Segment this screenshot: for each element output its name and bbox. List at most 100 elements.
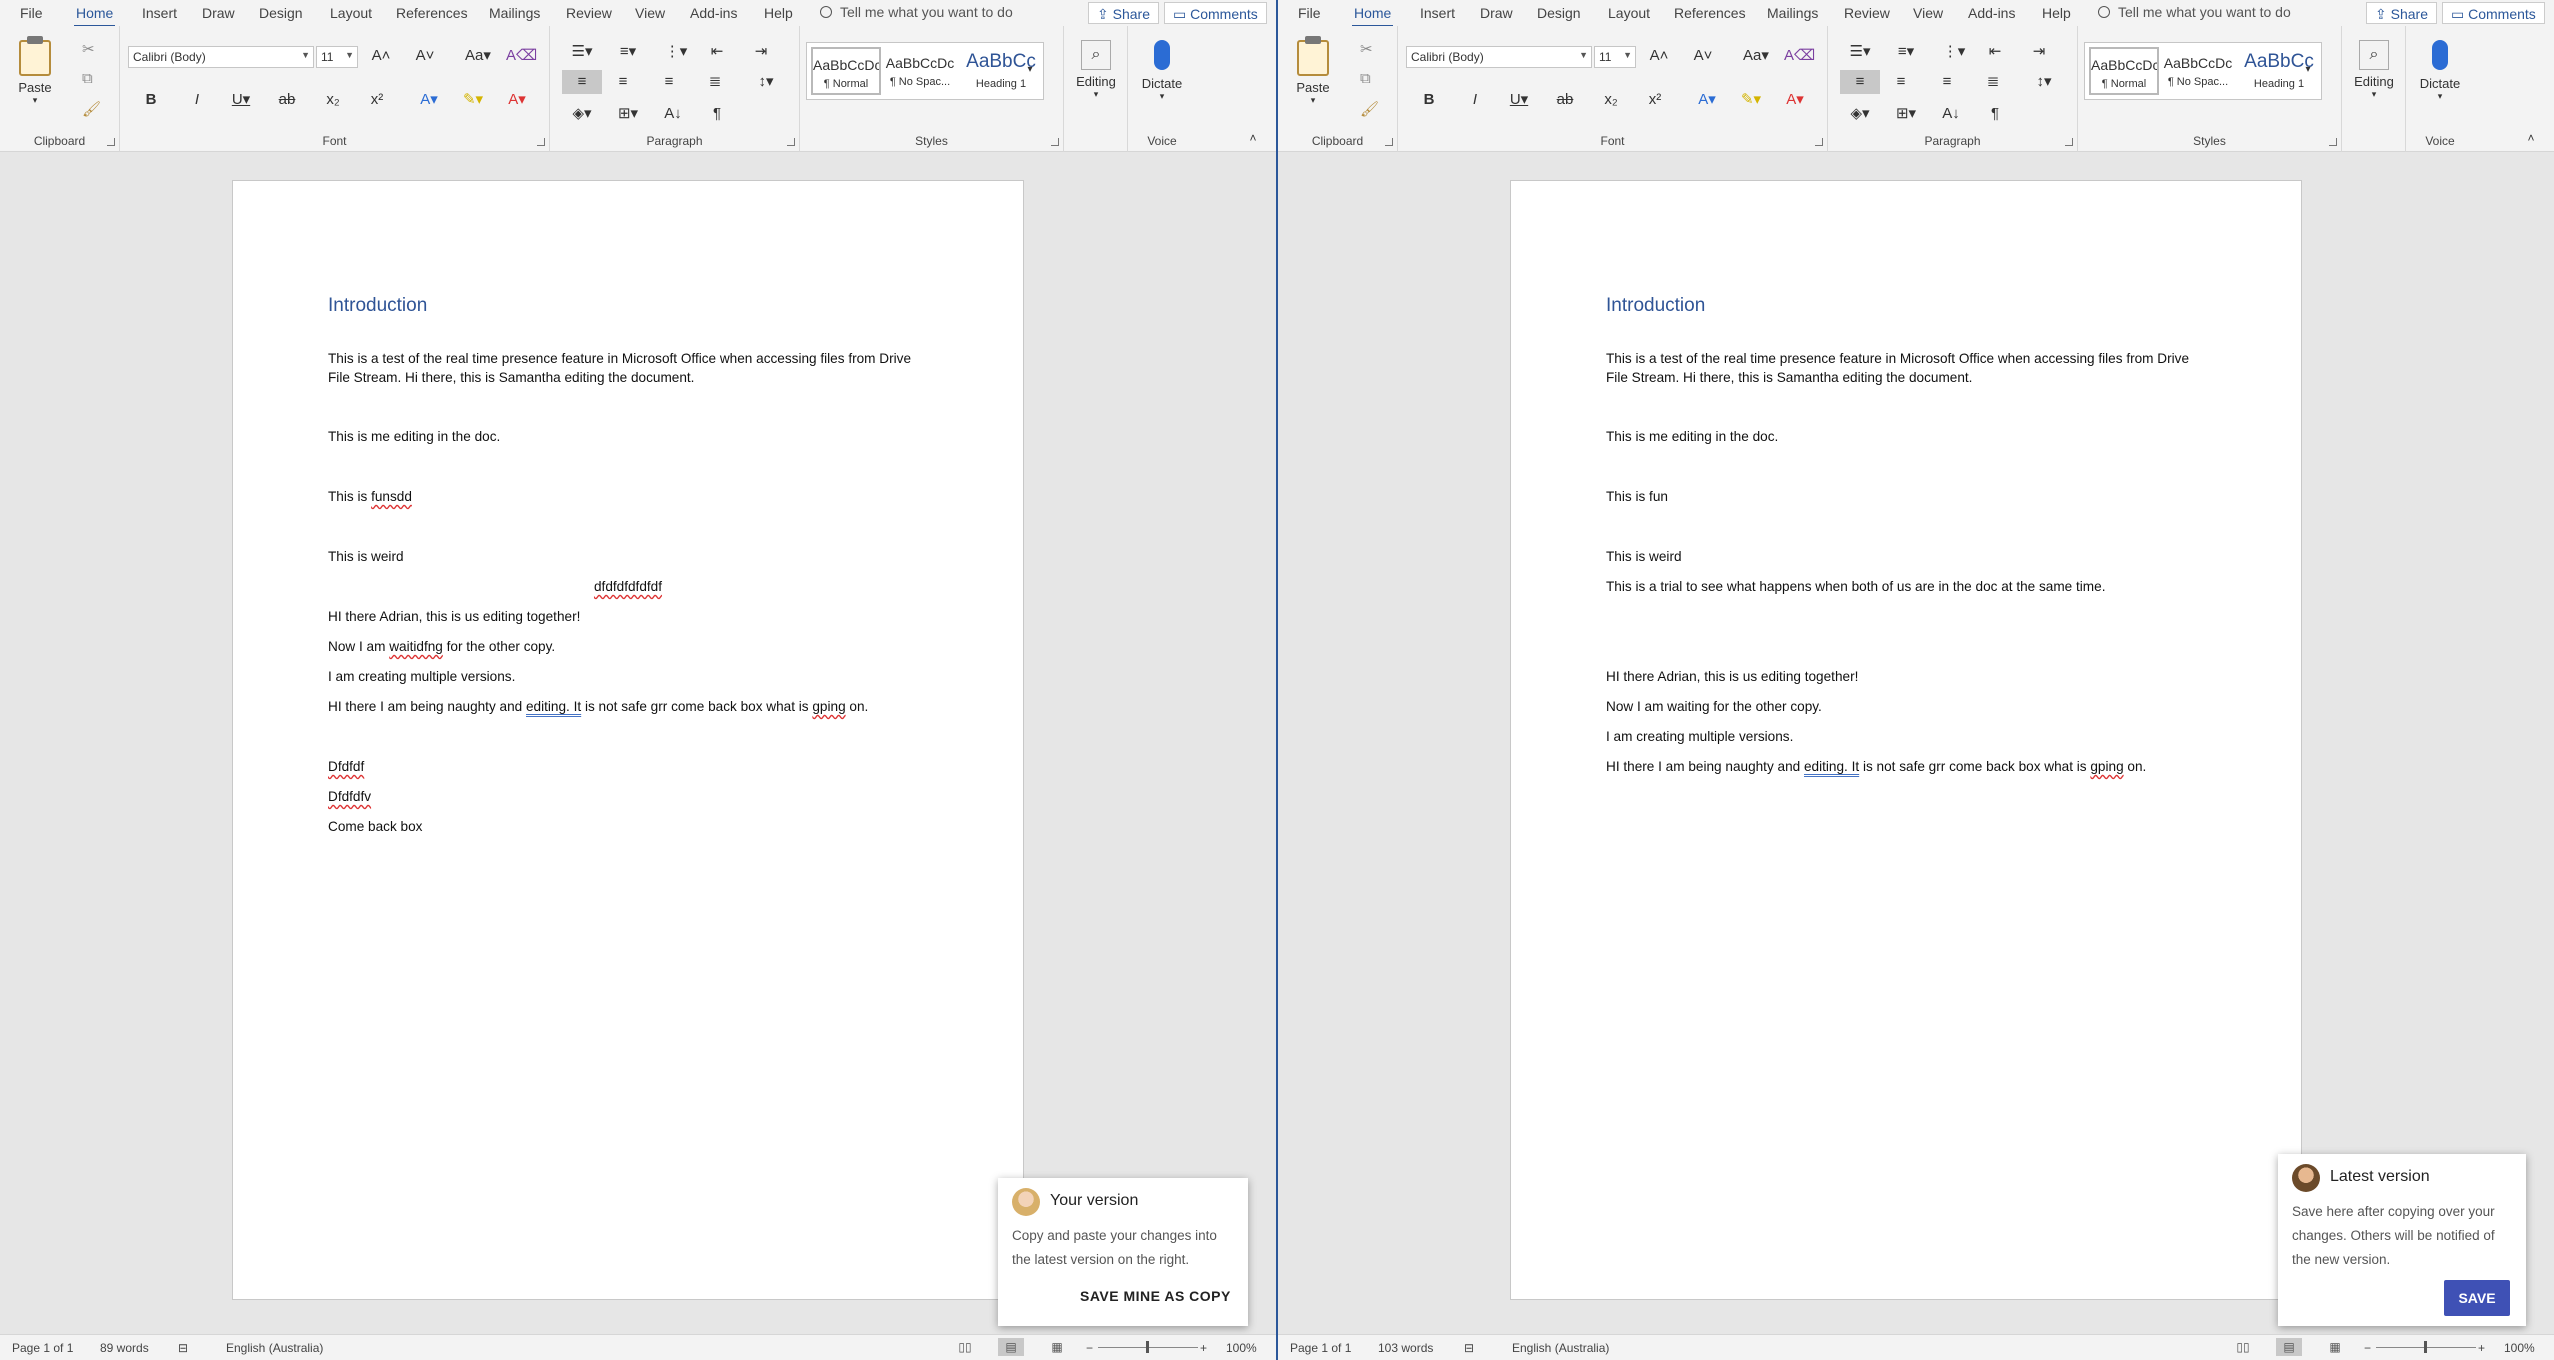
zoom-slider-thumb[interactable] bbox=[2424, 1341, 2427, 1353]
superscript-icon[interactable]: x² bbox=[1642, 88, 1668, 112]
numbering-icon[interactable]: ≡▾ bbox=[1888, 40, 1924, 64]
font-name-box[interactable]: Calibri (Body) ▼ bbox=[128, 46, 314, 68]
clear-formatting-icon[interactable]: A⌫ bbox=[506, 44, 537, 68]
proofing-icon[interactable]: ⊟ bbox=[178, 1341, 188, 1355]
bold-icon[interactable]: B bbox=[1416, 88, 1442, 112]
spelling-error[interactable]: gping bbox=[812, 699, 845, 714]
grow-font-icon[interactable]: A˄ bbox=[368, 44, 394, 68]
decrease-indent-icon[interactable]: ⇤ bbox=[1982, 40, 2008, 64]
increase-indent-icon[interactable]: ⇥ bbox=[748, 40, 774, 64]
proofing-icon[interactable]: ⊟ bbox=[1464, 1341, 1474, 1355]
style-normal[interactable]: AaBbCcDc ¶ Normal bbox=[811, 47, 881, 95]
language[interactable]: English (Australia) bbox=[226, 1341, 323, 1355]
styles-more-icon[interactable]: ▾ bbox=[2298, 58, 2318, 82]
strikethrough-icon[interactable]: ab bbox=[1552, 88, 1578, 112]
tab-file[interactable]: File bbox=[20, 5, 43, 21]
sort-icon[interactable]: A↓ bbox=[1938, 102, 1964, 126]
comments-button[interactable]: ▭ Comments bbox=[2442, 2, 2545, 24]
multilevel-list-icon[interactable]: ⋮▾ bbox=[1936, 40, 1972, 64]
spelling-error[interactable]: Dfdfdfv bbox=[328, 789, 371, 804]
zoom-out-icon[interactable]: − bbox=[2364, 1341, 2371, 1355]
shading-icon[interactable]: ◈▾ bbox=[564, 102, 600, 126]
shrink-font-icon[interactable]: A˅ bbox=[412, 44, 438, 68]
tab-help[interactable]: Help bbox=[764, 5, 793, 21]
tab-home[interactable]: Home bbox=[1351, 5, 1394, 28]
dialog-launcher-icon[interactable] bbox=[787, 138, 795, 146]
zoom-level[interactable]: 100% bbox=[1226, 1341, 1257, 1355]
bold-icon[interactable]: B bbox=[138, 88, 164, 112]
cut-icon[interactable]: ✂ bbox=[1360, 40, 1373, 58]
dialog-launcher-icon[interactable] bbox=[1051, 138, 1059, 146]
spelling-error[interactable]: funsdd bbox=[371, 489, 412, 504]
tab-help[interactable]: Help bbox=[2042, 5, 2071, 21]
tab-view[interactable]: View bbox=[635, 5, 665, 21]
format-painter-icon[interactable]: 🖌 bbox=[1360, 100, 1379, 118]
tell-me-search[interactable]: Tell me what you want to do bbox=[820, 4, 1013, 20]
collapse-ribbon-icon[interactable]: ˄ bbox=[1240, 126, 1266, 150]
font-color-icon[interactable]: A▾ bbox=[504, 88, 530, 112]
tab-insert[interactable]: Insert bbox=[1420, 5, 1455, 21]
tab-design[interactable]: Design bbox=[1537, 5, 1581, 21]
style-no-spacing[interactable]: AaBbCcDc ¶ No Spac... bbox=[2163, 47, 2233, 95]
copy-icon[interactable]: ⧉ bbox=[1360, 70, 1371, 87]
tab-insert[interactable]: Insert bbox=[142, 5, 177, 21]
change-case-icon[interactable]: Aa▾ bbox=[1738, 44, 1774, 68]
justify-icon[interactable]: ≣ bbox=[702, 70, 728, 94]
word-count[interactable]: 103 words bbox=[1378, 1341, 1433, 1355]
borders-icon[interactable]: ⊞▾ bbox=[610, 102, 646, 126]
spelling-error[interactable]: gping bbox=[2090, 759, 2123, 774]
bullets-icon[interactable]: ☰▾ bbox=[1842, 40, 1878, 64]
dialog-launcher-icon[interactable] bbox=[107, 138, 115, 146]
text-effects-icon[interactable]: A▾ bbox=[416, 88, 442, 112]
pilcrow-icon[interactable]: ¶ bbox=[1982, 102, 2008, 126]
sort-icon[interactable]: A↓ bbox=[660, 102, 686, 126]
paste-button[interactable]: Paste ▾ bbox=[1288, 36, 1338, 106]
multilevel-list-icon[interactable]: ⋮▾ bbox=[658, 40, 694, 64]
tab-references[interactable]: References bbox=[1674, 5, 1746, 21]
font-size-box[interactable]: 11 ▼ bbox=[1594, 46, 1636, 68]
highlight-color-icon[interactable]: ✎▾ bbox=[460, 88, 486, 112]
subscript-icon[interactable]: x₂ bbox=[1598, 88, 1624, 112]
tab-design[interactable]: Design bbox=[259, 5, 303, 21]
editing-button[interactable]: ⌕ Editing ▾ bbox=[2348, 40, 2400, 100]
decrease-indent-icon[interactable]: ⇤ bbox=[704, 40, 730, 64]
underline-icon[interactable]: U▾ bbox=[228, 88, 254, 112]
tab-view[interactable]: View bbox=[1913, 5, 1943, 21]
align-left-icon[interactable]: ≡ bbox=[1840, 70, 1880, 94]
align-right-icon[interactable]: ≡ bbox=[656, 70, 682, 94]
dialog-launcher-icon[interactable] bbox=[1385, 138, 1393, 146]
zoom-in-icon[interactable]: + bbox=[1200, 1341, 1207, 1355]
dictate-button[interactable]: Dictate ▾ bbox=[1134, 40, 1190, 102]
spelling-error[interactable]: waitidfng bbox=[389, 639, 443, 654]
tab-review[interactable]: Review bbox=[566, 5, 612, 21]
grammar-issue[interactable]: editing. It bbox=[1804, 759, 1859, 774]
dialog-launcher-icon[interactable] bbox=[2065, 138, 2073, 146]
increase-indent-icon[interactable]: ⇥ bbox=[2026, 40, 2052, 64]
numbering-icon[interactable]: ≡▾ bbox=[610, 40, 646, 64]
tab-mailings[interactable]: Mailings bbox=[489, 5, 540, 21]
superscript-icon[interactable]: x² bbox=[364, 88, 390, 112]
clear-formatting-icon[interactable]: A⌫ bbox=[1784, 44, 1815, 68]
align-left-icon[interactable]: ≡ bbox=[562, 70, 602, 94]
tab-review[interactable]: Review bbox=[1844, 5, 1890, 21]
dictate-button[interactable]: Dictate ▾ bbox=[2412, 40, 2468, 102]
tab-references[interactable]: References bbox=[396, 5, 468, 21]
italic-icon[interactable]: I bbox=[184, 88, 210, 112]
tab-draw[interactable]: Draw bbox=[202, 5, 235, 21]
print-layout-icon[interactable]: ▤ bbox=[998, 1338, 1024, 1356]
text-effects-icon[interactable]: A▾ bbox=[1694, 88, 1720, 112]
collapse-ribbon-icon[interactable]: ˄ bbox=[2518, 126, 2544, 150]
read-mode-icon[interactable]: ▯▯ bbox=[2230, 1338, 2256, 1356]
line-spacing-icon[interactable]: ↕▾ bbox=[2026, 70, 2062, 94]
copy-icon[interactable]: ⧉ bbox=[82, 70, 93, 87]
borders-icon[interactable]: ⊞▾ bbox=[1888, 102, 1924, 126]
justify-icon[interactable]: ≣ bbox=[1980, 70, 2006, 94]
read-mode-icon[interactable]: ▯▯ bbox=[952, 1338, 978, 1356]
spelling-error[interactable]: dfdfdfdfdfdf bbox=[594, 579, 662, 594]
grow-font-icon[interactable]: A˄ bbox=[1646, 44, 1672, 68]
dialog-launcher-icon[interactable] bbox=[2329, 138, 2337, 146]
tab-add-ins[interactable]: Add-ins bbox=[690, 5, 737, 21]
font-name-box[interactable]: Calibri (Body) ▼ bbox=[1406, 46, 1592, 68]
document-page[interactable]: Introduction This is a test of the real … bbox=[232, 180, 1024, 1300]
page-count[interactable]: Page 1 of 1 bbox=[12, 1341, 73, 1355]
